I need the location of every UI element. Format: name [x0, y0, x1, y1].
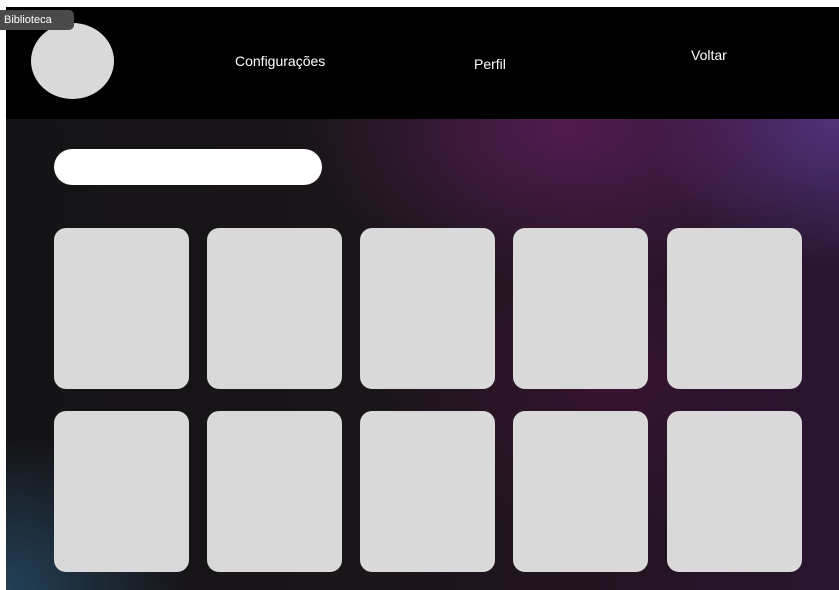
library-content: [6, 119, 839, 590]
library-card[interactable]: [667, 411, 802, 572]
library-card[interactable]: [667, 228, 802, 389]
library-card[interactable]: [360, 228, 495, 389]
back-link[interactable]: Voltar: [691, 47, 727, 63]
library-card[interactable]: [54, 411, 189, 572]
profile-link[interactable]: Perfil: [474, 56, 506, 72]
library-card[interactable]: [207, 411, 342, 572]
search-input[interactable]: [54, 149, 322, 185]
avatar[interactable]: [31, 23, 114, 99]
library-card[interactable]: [54, 228, 189, 389]
library-card[interactable]: [360, 411, 495, 572]
library-card[interactable]: [207, 228, 342, 389]
frame-label: Biblioteca: [0, 10, 74, 30]
library-card[interactable]: [513, 228, 648, 389]
library-card[interactable]: [513, 411, 648, 572]
header-bar: Configurações Perfil Voltar: [6, 7, 839, 119]
library-screen: Configurações Perfil Voltar: [6, 7, 839, 590]
settings-link[interactable]: Configurações: [235, 53, 325, 69]
